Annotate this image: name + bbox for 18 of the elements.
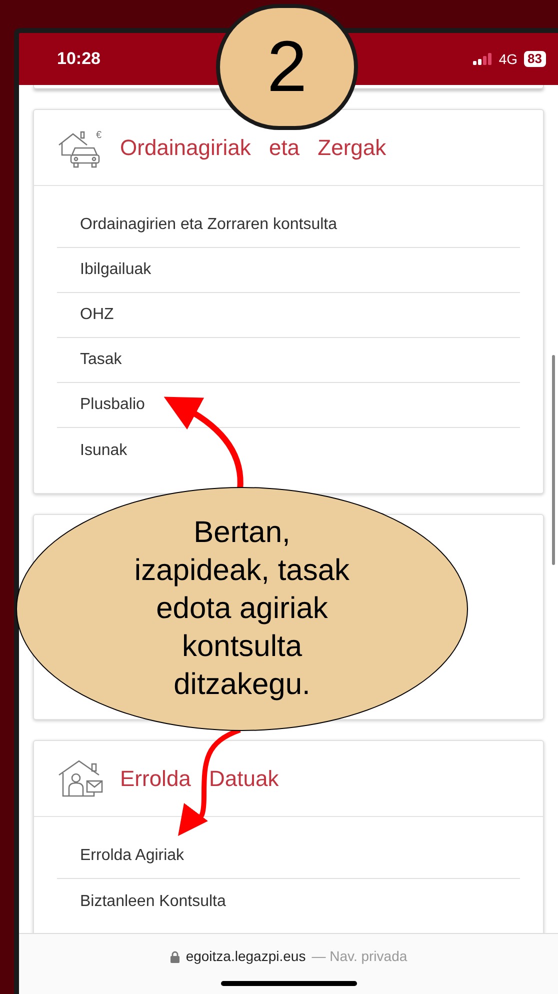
- menu-link[interactable]: Ordainagirien eta Zorraren kontsulta: [57, 213, 338, 237]
- private-mode-label: — Nav. privada: [312, 947, 408, 966]
- menu-link[interactable]: OHZ: [57, 303, 114, 327]
- menu-link[interactable]: Tasak: [57, 348, 122, 372]
- callout-text: Bertan, izapideak, tasak edota agiriak kontsulta ditzakegu.: [134, 515, 350, 703]
- network-label: 4G: [498, 50, 518, 68]
- battery-indicator: 83: [524, 51, 546, 67]
- section-title: Ordainagiriak eta Zergak: [120, 134, 386, 162]
- menu-link[interactable]: Ibilgailuak: [57, 258, 152, 282]
- url-domain: egoitza.legazpi.eus: [186, 947, 306, 966]
- menu-link[interactable]: Plusbalio: [57, 393, 145, 417]
- menu-link[interactable]: Biztanleen Kontsulta: [57, 890, 226, 914]
- clock-time: 10:28: [57, 48, 100, 70]
- menu-link[interactable]: Isunak: [57, 438, 128, 462]
- section-title: Errolda Datuak: [120, 765, 279, 793]
- lock-icon: [170, 950, 180, 962]
- menu-link[interactable]: Errolda Agiriak: [57, 844, 184, 868]
- signal-icon: [472, 53, 493, 65]
